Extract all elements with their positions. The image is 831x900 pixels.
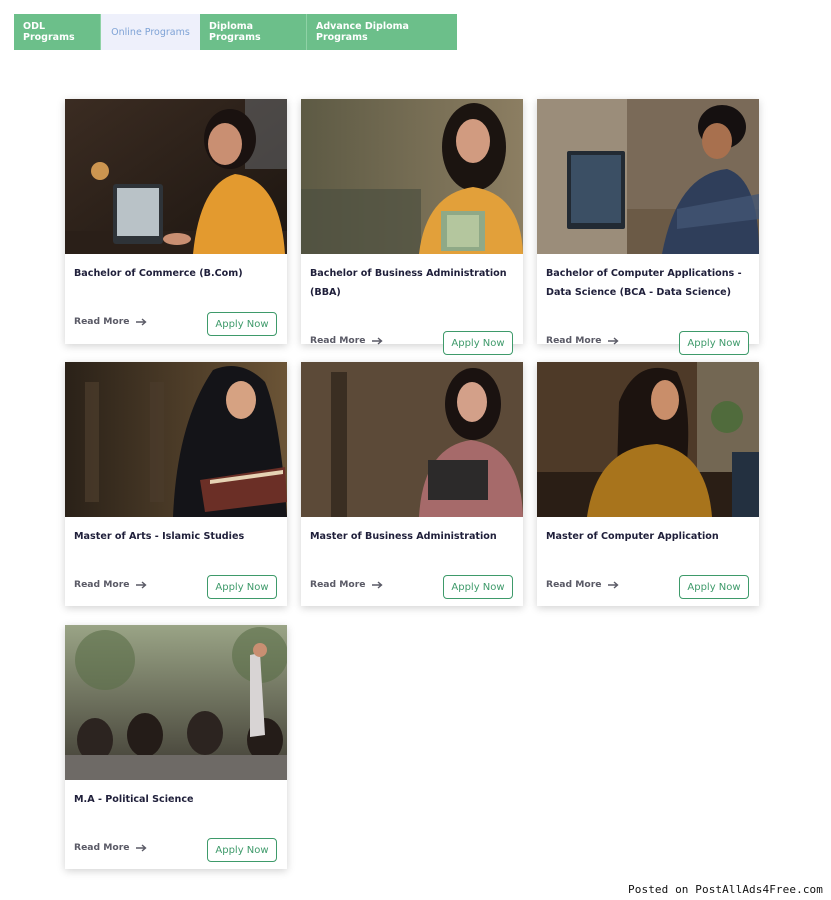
arrow-right-icon: [371, 580, 383, 589]
arrow-right-icon: [371, 336, 383, 345]
program-title: M.A - Political Science: [74, 794, 194, 805]
program-image: [537, 99, 759, 254]
arrow-right-icon: [135, 580, 147, 589]
program-card: Master of Business Administration Read M…: [301, 362, 523, 606]
program-image: [65, 99, 287, 254]
program-card: Bachelor of Computer Applications - Data…: [537, 99, 759, 355]
read-more-link[interactable]: Read More: [310, 335, 383, 346]
read-more-label: Read More: [310, 335, 366, 346]
read-more-link[interactable]: Read More: [74, 579, 147, 590]
tab-odl-programs[interactable]: ODL Programs: [14, 14, 101, 50]
read-more-link[interactable]: Read More: [310, 579, 383, 590]
read-more-link[interactable]: Read More: [546, 579, 619, 590]
read-more-label: Read More: [310, 579, 366, 590]
apply-now-button[interactable]: Apply Now: [207, 312, 277, 336]
read-more-link[interactable]: Read More: [74, 316, 147, 327]
apply-now-button[interactable]: Apply Now: [207, 575, 277, 599]
apply-now-button[interactable]: Apply Now: [207, 838, 277, 862]
program-image: [301, 362, 523, 517]
read-more-label: Read More: [546, 579, 602, 590]
program-image: [301, 99, 523, 254]
program-image: [65, 625, 287, 780]
read-more-link[interactable]: Read More: [74, 842, 147, 853]
tab-diploma-programs[interactable]: Diploma Programs: [200, 14, 307, 50]
program-title: Bachelor of Computer Applications - Data…: [546, 268, 742, 298]
arrow-right-icon: [135, 317, 147, 326]
read-more-label: Read More: [74, 316, 130, 327]
arrow-right-icon: [607, 336, 619, 345]
program-title: Bachelor of Business Administration (BBA…: [310, 268, 507, 298]
apply-now-button[interactable]: Apply Now: [443, 575, 513, 599]
program-card: Master of Arts - Islamic Studies Read Mo…: [65, 362, 287, 606]
program-card: M.A - Political Science Read More Apply …: [65, 625, 287, 869]
program-image: [537, 362, 759, 517]
apply-now-button[interactable]: Apply Now: [443, 331, 513, 355]
program-title: Bachelor of Commerce (B.Com): [74, 268, 243, 279]
tab-online-programs[interactable]: Online Programs: [101, 14, 200, 50]
read-more-label: Read More: [74, 842, 130, 853]
program-title: Master of Arts - Islamic Studies: [74, 531, 245, 542]
watermark: Posted on PostAllAds4Free.com: [626, 882, 825, 897]
program-card: Bachelor of Business Administration (BBA…: [301, 99, 523, 355]
program-title: Master of Business Administration: [310, 531, 497, 542]
arrow-right-icon: [135, 843, 147, 852]
apply-now-button[interactable]: Apply Now: [679, 331, 749, 355]
apply-now-button[interactable]: Apply Now: [679, 575, 749, 599]
program-image: [65, 362, 287, 517]
read-more-label: Read More: [546, 335, 602, 346]
read-more-label: Read More: [74, 579, 130, 590]
program-tabs: ODL Programs Online Programs Diploma Pro…: [14, 14, 457, 50]
program-card: Bachelor of Commerce (B.Com) Read More A…: [65, 99, 287, 344]
tab-advance-diploma-programs[interactable]: Advance Diploma Programs: [307, 14, 457, 50]
arrow-right-icon: [607, 580, 619, 589]
program-title: Master of Computer Application: [546, 531, 719, 542]
read-more-link[interactable]: Read More: [546, 335, 619, 346]
program-card: Master of Computer Application Read More…: [537, 362, 759, 606]
